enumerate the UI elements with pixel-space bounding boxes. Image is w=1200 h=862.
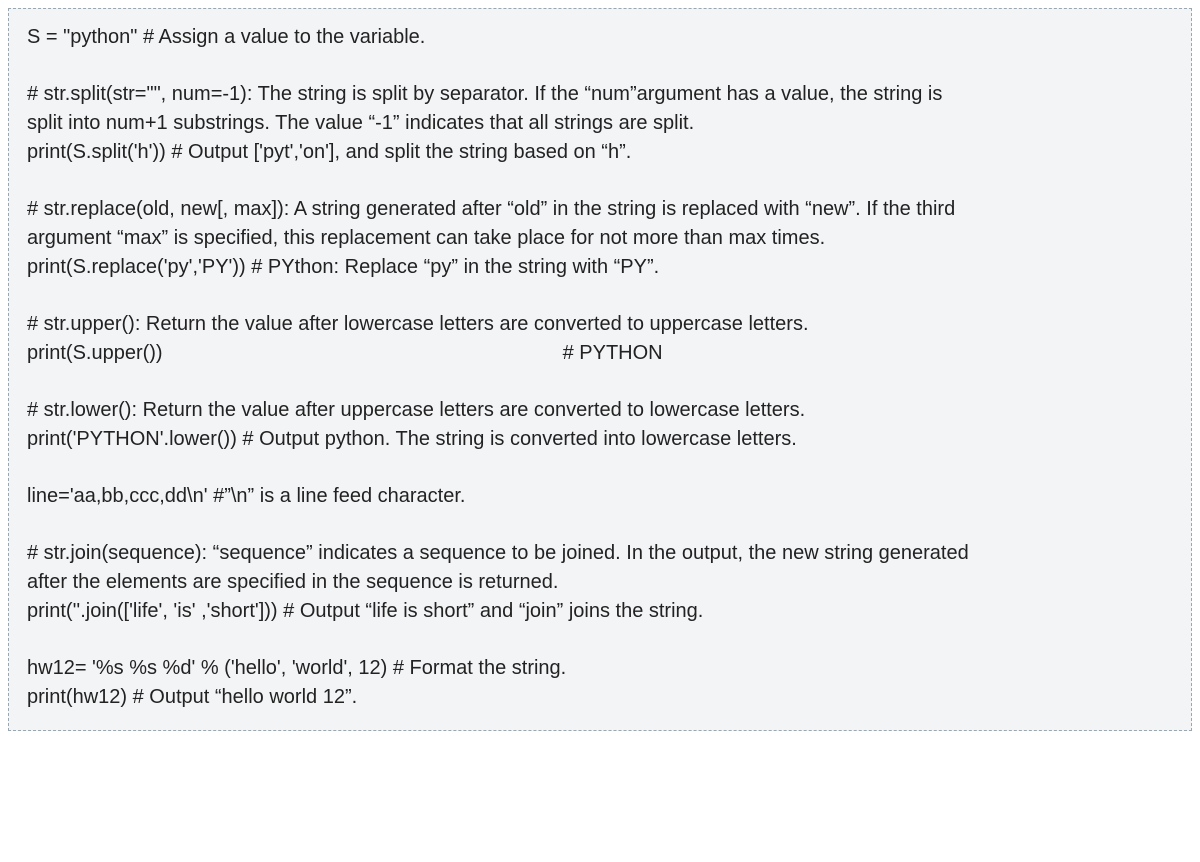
code-line: print(''.join(['life', 'is' ,'short'])) … xyxy=(27,597,1173,626)
blank-line xyxy=(27,626,1173,654)
code-line: line='aa,bb,ccc,dd\n' #”\n” is a line fe… xyxy=(27,482,1173,511)
code-line: # str.join(sequence): “sequence” indicat… xyxy=(27,539,1173,568)
code-text-left: print(S.upper()) xyxy=(27,342,163,364)
blank-line xyxy=(27,511,1173,539)
blank-line xyxy=(27,282,1173,310)
code-line: # str.replace(old, new[, max]): A string… xyxy=(27,195,1173,224)
blank-line xyxy=(27,368,1173,396)
code-line: print(S.replace('py','PY')) # PYthon: Re… xyxy=(27,253,1173,282)
blank-line xyxy=(27,167,1173,195)
blank-line xyxy=(27,52,1173,80)
code-line: argument “max” is specified, this replac… xyxy=(27,224,1173,253)
code-line: after the elements are specified in the … xyxy=(27,568,1173,597)
code-line: split into num+1 substrings. The value “… xyxy=(27,109,1173,138)
code-line: # str.lower(): Return the value after up… xyxy=(27,396,1173,425)
code-line: # str.split(str="", num=-1): The string … xyxy=(27,80,1173,109)
code-block: S = "python" # Assign a value to the var… xyxy=(8,8,1192,731)
code-line: hw12= '%s %s %d' % ('hello', 'world', 12… xyxy=(27,654,1173,683)
code-line: print('PYTHON'.lower()) # Output python.… xyxy=(27,425,1173,454)
code-line: print(S.split('h')) # Output ['pyt','on'… xyxy=(27,138,1173,167)
code-line: print(S.upper()) # PYTHON xyxy=(27,339,1173,368)
code-line: # str.upper(): Return the value after lo… xyxy=(27,310,1173,339)
blank-line xyxy=(27,454,1173,482)
code-text-right: # PYTHON xyxy=(563,342,663,364)
code-line: print(hw12) # Output “hello world 12”. xyxy=(27,683,1173,712)
code-line: S = "python" # Assign a value to the var… xyxy=(27,23,1173,52)
